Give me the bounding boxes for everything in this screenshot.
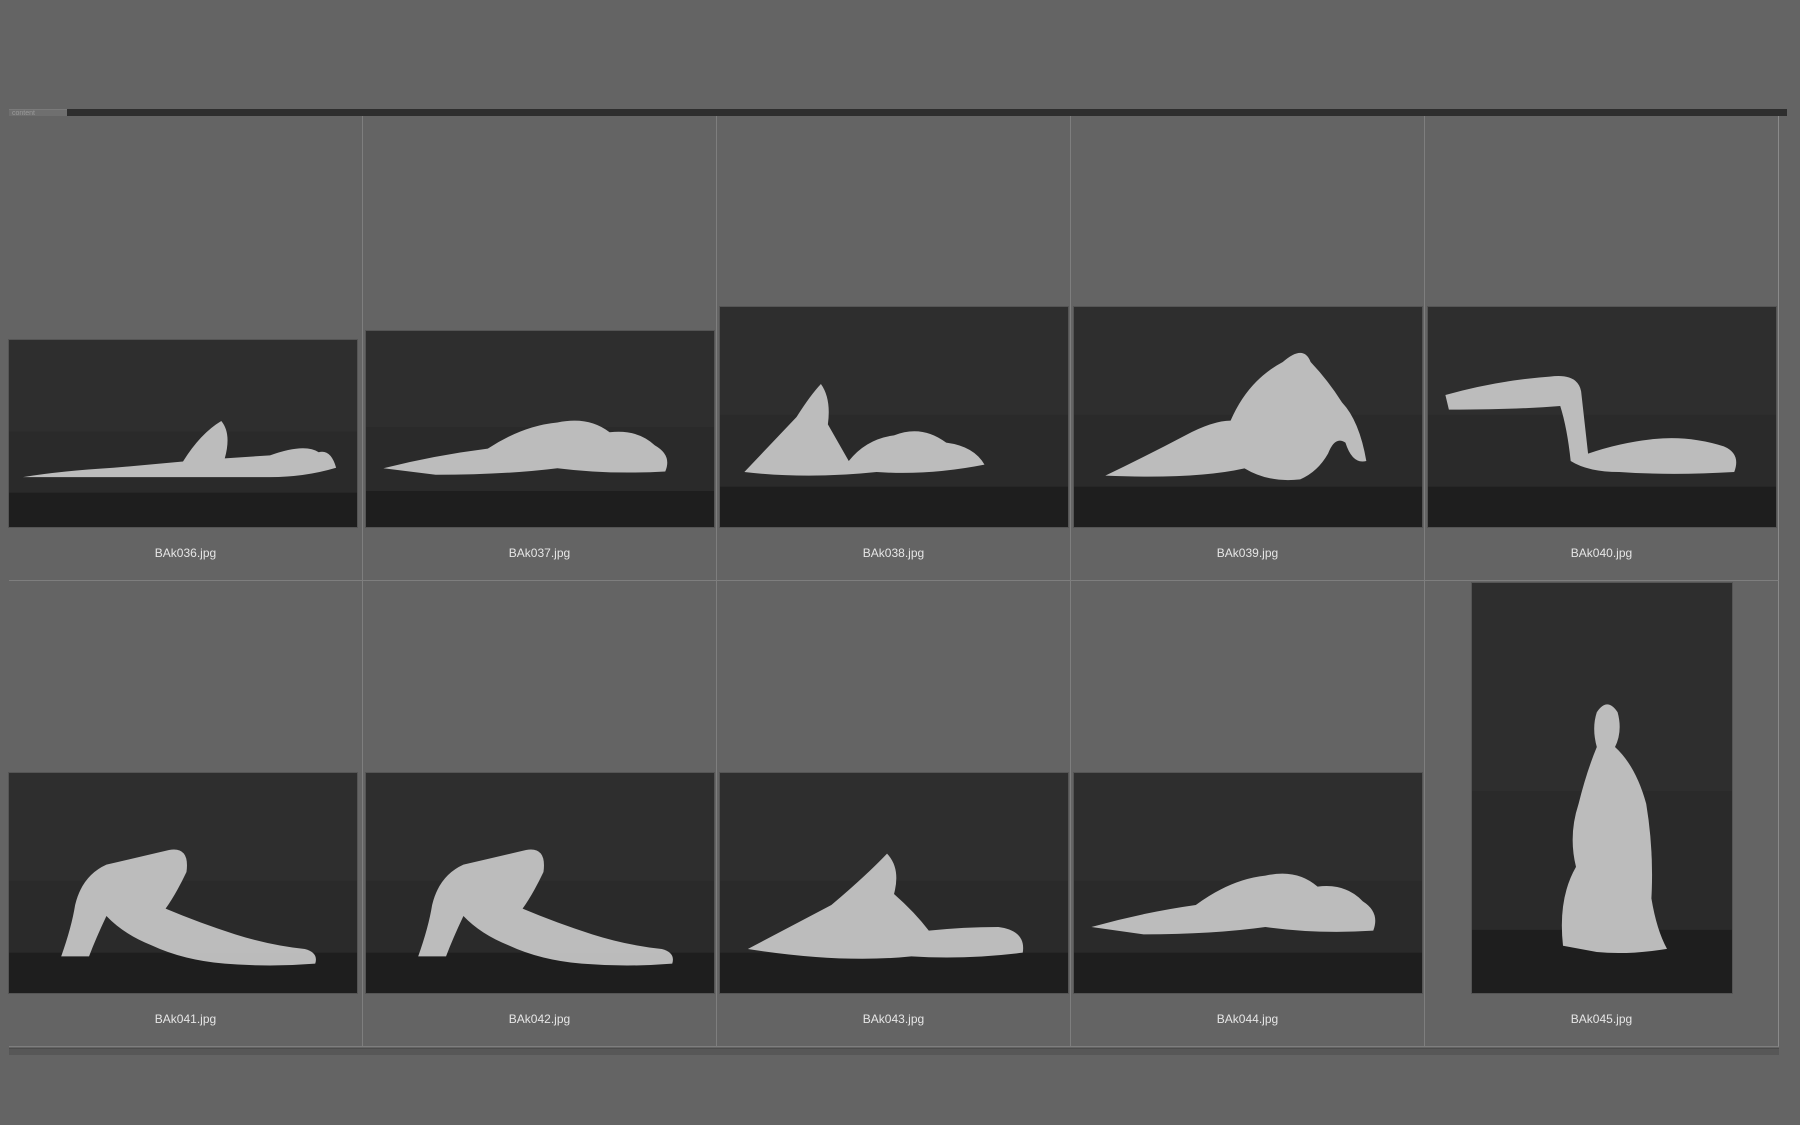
photo-content: [366, 773, 714, 993]
thumbnail-filename: BAk040.jpg: [1570, 546, 1633, 560]
thumbnail-image[interactable]: [1074, 773, 1422, 993]
content-tab[interactable]: content: [9, 109, 67, 116]
photo-content: [1428, 307, 1776, 527]
thumbnail-grid: BAk036.jpg BAk037.jpg BAk038.jpg BAk039.…: [9, 116, 1779, 1047]
thumbnail-image[interactable]: [9, 340, 357, 527]
thumbnail-image[interactable]: [366, 331, 714, 527]
thumbnail-filename: BAk044.jpg: [1216, 1012, 1279, 1026]
thumbnail-image[interactable]: [366, 773, 714, 993]
photo-content: [720, 773, 1068, 993]
panel-header-bar: [67, 109, 1787, 116]
thumbnail-image[interactable]: [9, 773, 357, 993]
thumbnail-filename: BAk037.jpg: [508, 546, 571, 560]
thumbnail-cell[interactable]: BAk043.jpg: [717, 581, 1071, 1047]
photo-content: [1074, 307, 1422, 527]
thumbnail-image[interactable]: [1428, 307, 1776, 527]
thumbnail-cell[interactable]: BAk036.jpg: [9, 116, 363, 581]
thumbnail-cell[interactable]: BAk041.jpg: [9, 581, 363, 1047]
thumbnail-filename: BAk043.jpg: [862, 1012, 925, 1026]
thumbnail-filename: BAk042.jpg: [508, 1012, 571, 1026]
content-panel: content BAk036.jpg BAk037.jpg BAk038.jpg…: [9, 109, 1787, 1059]
photo-content: [9, 773, 357, 993]
photo-content: [1472, 583, 1732, 993]
thumbnail-filename: BAk036.jpg: [154, 546, 217, 560]
thumbnail-filename: BAk038.jpg: [862, 546, 925, 560]
photo-content: [1074, 773, 1422, 993]
thumbnail-image[interactable]: [720, 307, 1068, 527]
thumbnail-cell[interactable]: BAk040.jpg: [1425, 116, 1779, 581]
panel-footer-bar: [9, 1048, 1779, 1055]
thumbnail-filename: BAk039.jpg: [1216, 546, 1279, 560]
thumbnail-filename: BAk041.jpg: [154, 1012, 217, 1026]
thumbnail-cell[interactable]: BAk038.jpg: [717, 116, 1071, 581]
thumbnail-filename: BAk045.jpg: [1570, 1012, 1633, 1026]
thumbnail-cell[interactable]: BAk045.jpg: [1425, 581, 1779, 1047]
photo-content: [720, 307, 1068, 527]
thumbnail-cell[interactable]: BAk044.jpg: [1071, 581, 1425, 1047]
photo-content: [366, 331, 714, 527]
thumbnail-image[interactable]: [1074, 307, 1422, 527]
thumbnail-image[interactable]: [1472, 583, 1732, 993]
thumbnail-cell[interactable]: BAk039.jpg: [1071, 116, 1425, 581]
photo-content: [9, 340, 357, 527]
thumbnail-cell[interactable]: BAk042.jpg: [363, 581, 717, 1047]
thumbnail-cell[interactable]: BAk037.jpg: [363, 116, 717, 581]
thumbnail-image[interactable]: [720, 773, 1068, 993]
